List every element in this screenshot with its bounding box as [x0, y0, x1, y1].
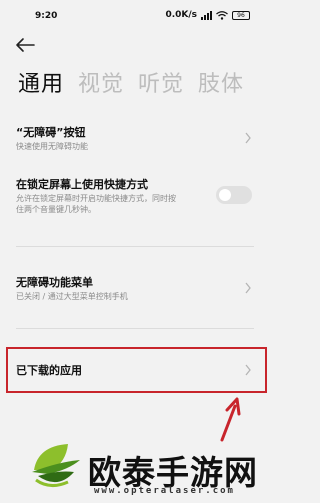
watermark-url: www.opteralaser.com: [94, 486, 235, 496]
tab-hearing[interactable]: 听觉: [138, 66, 184, 98]
item-subtitle-line1: 允许在锁定屏幕时开启功能快捷方式，同时按: [16, 194, 176, 203]
toggle-knob: [219, 189, 231, 201]
watermark: 欧泰手游网 www.opteralaser.com: [28, 440, 258, 500]
back-arrow-icon[interactable]: [14, 36, 36, 54]
item-subtitle: 快速使用无障碍功能: [16, 142, 88, 151]
status-bar: 9:20 0.0K/s 96: [0, 0, 270, 28]
item-title: 无障碍功能菜单: [16, 276, 93, 289]
leaf-logo-icon: [32, 444, 80, 487]
item-subtitle-line2: 住两个音量键几秒钟。: [16, 205, 96, 214]
arrow-up-icon: [220, 397, 241, 442]
section-divider: [16, 246, 254, 247]
item-title: “无障碍”按钮: [16, 126, 86, 139]
accessibility-button-item[interactable]: “无障碍”按钮 快速使用无障碍功能: [0, 120, 270, 160]
chevron-right-icon: [245, 132, 251, 144]
item-subtitle: 已关闭 / 通过大型菜单控制手机: [16, 292, 128, 301]
status-icons: 0.0K/s 96: [165, 10, 250, 20]
status-time: 9:20: [35, 11, 58, 21]
highlight-box: [6, 347, 267, 393]
category-tabs: 通用 视觉 听觉 肢体: [18, 66, 244, 98]
chevron-right-icon: [245, 282, 251, 294]
tab-vision[interactable]: 视觉: [78, 66, 124, 98]
network-speed: 0.0K/s: [165, 10, 197, 20]
tab-physical[interactable]: 肢体: [198, 66, 244, 98]
accessibility-menu-item[interactable]: 无障碍功能菜单 已关闭 / 通过大型菜单控制手机: [0, 270, 270, 310]
battery-icon: 96: [232, 10, 250, 20]
item-title: 在锁定屏幕上使用快捷方式: [16, 178, 148, 191]
tab-general[interactable]: 通用: [18, 66, 64, 98]
section-divider: [16, 328, 254, 329]
signal-icon: [201, 10, 212, 20]
lock-screen-shortcut-toggle[interactable]: [216, 186, 252, 204]
wifi-icon: [216, 10, 228, 20]
